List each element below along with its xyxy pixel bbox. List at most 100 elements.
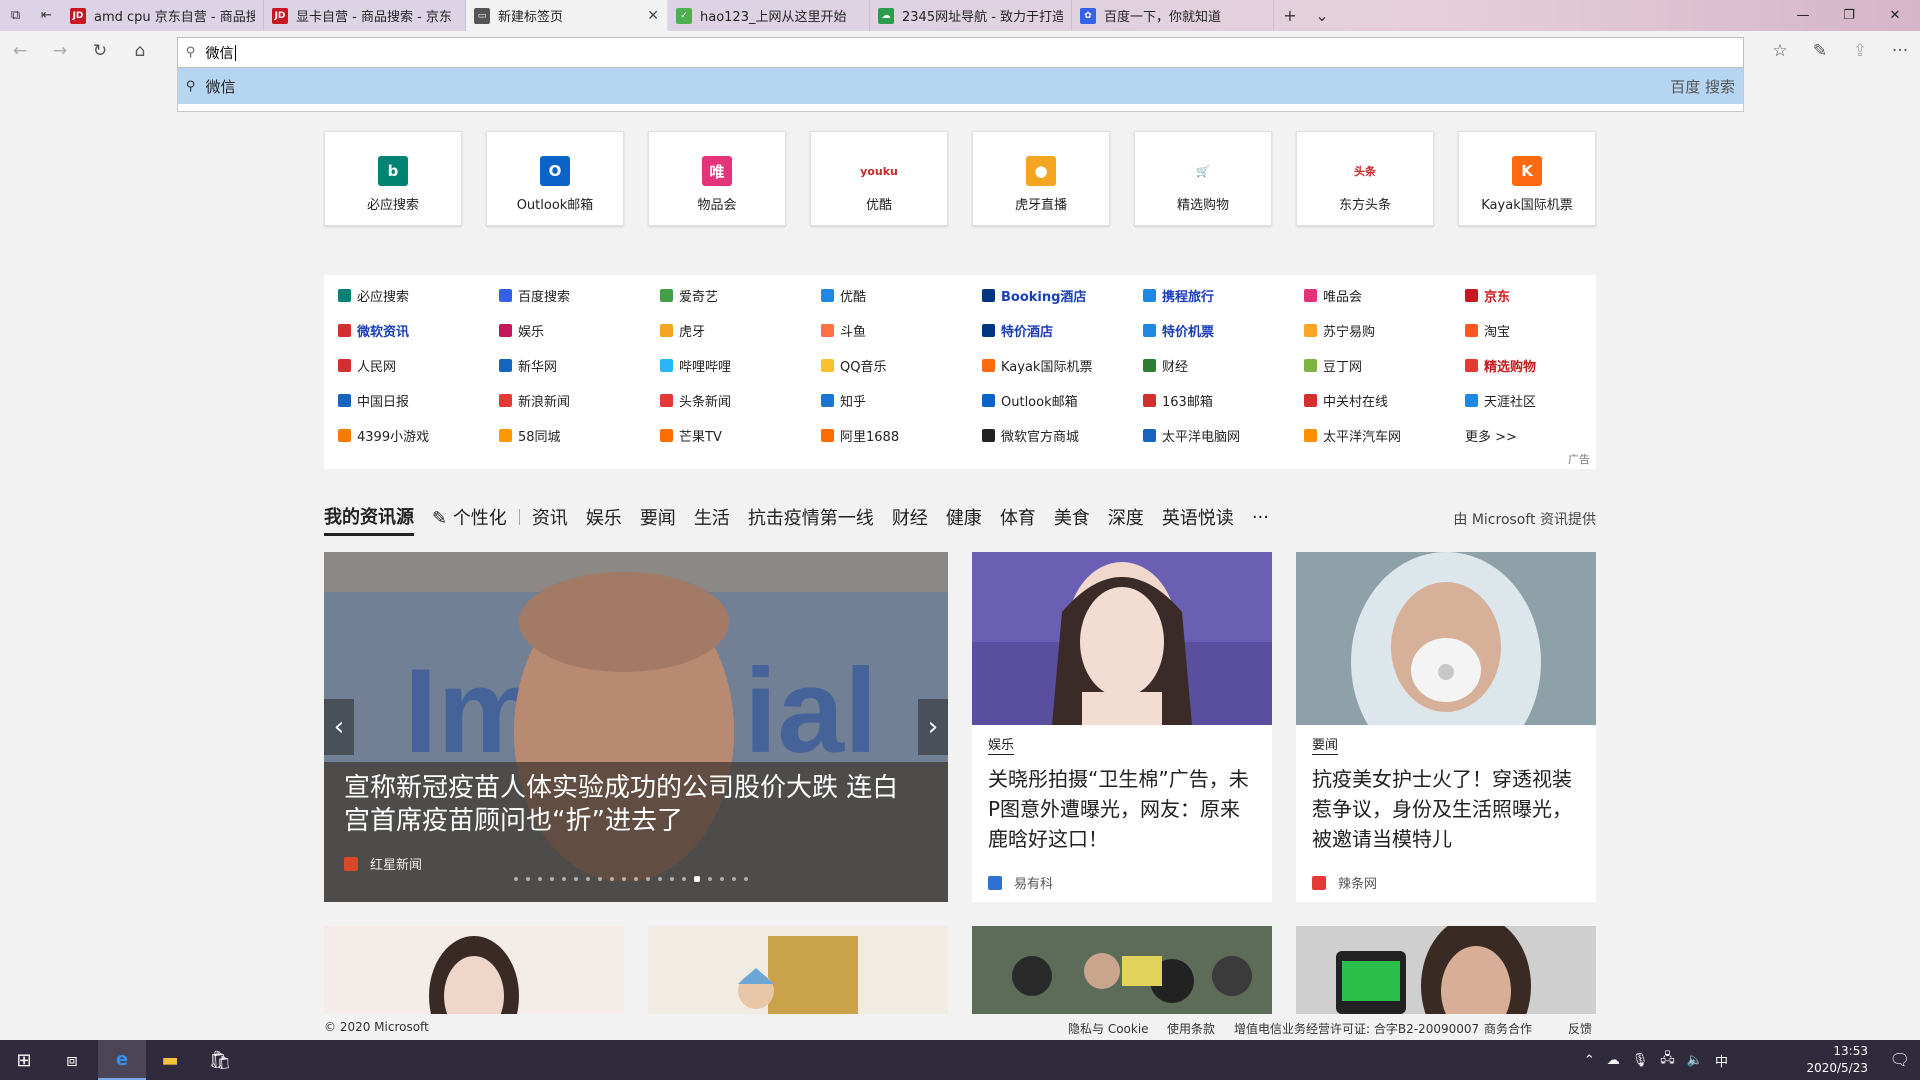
news-card[interactable]: 娱乐 关晓彤拍摄“卫生棉”广告，未P图意外遭曝光，网友：原来鹿晗好这口！ 易有科 bbox=[972, 552, 1272, 902]
footer-link-license[interactable]: 增值电信业务经营许可证: 合字B2-20090007 bbox=[1234, 1020, 1479, 1037]
footer-link-privacy[interactable]: 隐私与 Cookie bbox=[1068, 1020, 1149, 1037]
minimize-button[interactable]: — bbox=[1780, 0, 1826, 31]
carousel-dot[interactable] bbox=[622, 877, 626, 881]
favorites-star-icon[interactable]: ☆ bbox=[1768, 39, 1792, 63]
tab-news-category[interactable]: 健康 bbox=[946, 504, 982, 530]
address-input-value[interactable]: 微信 bbox=[206, 43, 234, 63]
quick-link[interactable]: 特价酒店 bbox=[982, 320, 1053, 340]
tab-news-category[interactable]: 要闻 bbox=[640, 504, 676, 530]
carousel-prev-button[interactable]: ‹ bbox=[324, 699, 354, 755]
tab-news-category[interactable]: 美食 bbox=[1054, 504, 1090, 530]
footer-link-terms[interactable]: 使用条款 bbox=[1167, 1020, 1215, 1037]
quick-link[interactable]: 更多 >> bbox=[1465, 425, 1517, 445]
address-bar[interactable]: ⚲ 微信 bbox=[177, 37, 1744, 68]
quick-link[interactable]: 斗鱼 bbox=[821, 320, 866, 340]
volume-icon[interactable]: 🔈 bbox=[1687, 1053, 1703, 1068]
more-categories-button[interactable]: ··· bbox=[1252, 507, 1269, 528]
quick-link[interactable]: QQ音乐 bbox=[821, 355, 886, 375]
news-card-image[interactable] bbox=[648, 926, 948, 1014]
tab-news-category[interactable]: 生活 bbox=[694, 504, 730, 530]
carousel-dot[interactable] bbox=[586, 877, 590, 881]
refresh-icon[interactable]: ↻ bbox=[88, 39, 112, 63]
quick-link[interactable]: Booking酒店 bbox=[982, 285, 1086, 305]
quick-link[interactable]: 微软官方商城 bbox=[982, 425, 1079, 445]
quick-link[interactable]: 芒果TV bbox=[660, 425, 722, 445]
quick-link[interactable]: 阿里1688 bbox=[821, 425, 899, 445]
tab-news-category[interactable]: 深度 bbox=[1108, 504, 1144, 530]
quick-link[interactable]: 微软资讯 bbox=[338, 320, 409, 340]
start-windows-icon[interactable]: ⊞ bbox=[0, 1040, 48, 1080]
quick-link[interactable]: Outlook邮箱 bbox=[982, 390, 1078, 410]
news-card-category[interactable]: 要闻 bbox=[1312, 738, 1339, 755]
hero-news-carousel[interactable]: Imp ial ‹ › 宣称新冠疫苗人体实验成功的公司股价大跌 连白宫首席疫苗顾… bbox=[324, 552, 948, 902]
carousel-dot[interactable] bbox=[574, 877, 578, 881]
quick-link[interactable]: 淘宝 bbox=[1465, 320, 1510, 340]
share-icon[interactable]: ⇪ bbox=[1848, 39, 1872, 63]
quick-link[interactable]: 知乎 bbox=[821, 390, 866, 410]
quick-link[interactable]: 京东 bbox=[1465, 285, 1510, 305]
tab-news-category[interactable]: 资讯 bbox=[532, 504, 568, 530]
quick-link[interactable]: 58同城 bbox=[499, 425, 561, 445]
browser-tab[interactable]: ✿ 百度一下，你就知道 bbox=[1072, 0, 1274, 31]
quick-link[interactable]: 人民网 bbox=[338, 355, 396, 375]
tab-news-category[interactable]: 娱乐 bbox=[586, 504, 622, 530]
carousel-dot[interactable] bbox=[708, 877, 712, 881]
carousel-dot[interactable] bbox=[514, 877, 518, 881]
quick-link[interactable]: 百度搜索 bbox=[499, 285, 570, 305]
carousel-dot[interactable] bbox=[550, 877, 554, 881]
quick-link[interactable]: 豆丁网 bbox=[1304, 355, 1362, 375]
top-site-tile[interactable]: K Kayak国际机票 bbox=[1458, 131, 1596, 226]
quick-link[interactable]: 爱奇艺 bbox=[660, 285, 718, 305]
onedrive-cloud-icon[interactable]: ☁ bbox=[1607, 1053, 1620, 1068]
news-card-title[interactable]: 抗疫美女护士火了！穿透视装惹争议，身份及生活照曝光，被邀请当模特儿 bbox=[1312, 764, 1582, 854]
browser-tab[interactable]: ✓ hao123_上网从这里开始 bbox=[668, 0, 870, 31]
quick-link[interactable]: 中国日报 bbox=[338, 390, 409, 410]
quick-link[interactable]: 163邮箱 bbox=[1143, 390, 1213, 410]
quick-link[interactable]: 优酷 bbox=[821, 285, 866, 305]
browser-tab[interactable]: JD 显卡自营 - 商品搜索 - 京东 bbox=[264, 0, 466, 31]
browser-tab[interactable]: ☁ 2345网址导航 - 致力于打造 bbox=[870, 0, 1072, 31]
task-view-icon[interactable]: ⧈ bbox=[48, 1040, 96, 1080]
tab-preview-icon[interactable]: ⧉ bbox=[0, 0, 31, 31]
carousel-dot[interactable] bbox=[670, 877, 674, 881]
top-site-tile[interactable]: 唯物品会 bbox=[648, 131, 786, 226]
tab-my-feed[interactable]: 我的资讯源 bbox=[324, 503, 414, 536]
footer-link-feedback[interactable]: 反馈 bbox=[1568, 1020, 1592, 1037]
tab-close-icon[interactable]: ✕ bbox=[647, 8, 659, 24]
news-card-title[interactable]: 关晓彤拍摄“卫生棉”广告，未P图意外遭曝光，网友：原来鹿晗好这口！ bbox=[988, 764, 1258, 854]
ime-indicator[interactable]: 中 bbox=[1715, 1051, 1728, 1070]
quick-link[interactable]: 精选购物 bbox=[1465, 355, 1536, 375]
file-explorer-icon[interactable]: ▬ bbox=[146, 1040, 194, 1080]
top-site-tile[interactable]: 🛒 精选购物 bbox=[1134, 131, 1272, 226]
carousel-dot[interactable] bbox=[658, 877, 662, 881]
footer-link-business[interactable]: 商务合作 bbox=[1484, 1020, 1532, 1037]
network-icon[interactable]: 🖧 bbox=[1660, 1049, 1675, 1071]
quick-link[interactable]: 新浪新闻 bbox=[499, 390, 570, 410]
news-card-category[interactable]: 娱乐 bbox=[988, 738, 1015, 755]
quick-link[interactable]: 特价机票 bbox=[1143, 320, 1214, 340]
microphone-icon[interactable]: 🎙 bbox=[1632, 1053, 1649, 1068]
quick-link[interactable]: 哔哩哔哩 bbox=[660, 355, 731, 375]
forward-arrow-icon[interactable]: → bbox=[48, 39, 72, 63]
browser-tab[interactable]: JD amd cpu 京东自营 - 商品搜 bbox=[62, 0, 264, 31]
back-arrow-icon[interactable]: ← bbox=[8, 39, 32, 63]
carousel-dot[interactable] bbox=[682, 877, 686, 881]
quick-link[interactable]: 娱乐 bbox=[499, 320, 544, 340]
store-bag-icon[interactable]: 🛍 bbox=[196, 1040, 244, 1080]
tab-news-category[interactable]: 英语悦读 bbox=[1162, 504, 1234, 530]
news-card-image[interactable] bbox=[972, 926, 1272, 1014]
tab-list-chevron-icon[interactable]: ⌄ bbox=[1306, 0, 1338, 31]
carousel-dot[interactable] bbox=[646, 877, 650, 881]
suggestion-row[interactable]: ⚲ 微信 百度 搜索 bbox=[178, 68, 1743, 104]
pen-annotate-icon[interactable]: ✎ bbox=[1808, 39, 1832, 63]
home-icon[interactable]: ⌂ bbox=[128, 39, 152, 63]
top-site-tile[interactable]: O Outlook邮箱 bbox=[486, 131, 624, 226]
top-site-tile[interactable]: ● 虎牙直播 bbox=[972, 131, 1110, 226]
carousel-dot[interactable] bbox=[694, 876, 700, 882]
quick-link[interactable]: 虎牙 bbox=[660, 320, 705, 340]
quick-link[interactable]: 4399小游戏 bbox=[338, 425, 429, 445]
browser-tab[interactable]: ▭ 新建标签页 ✕ bbox=[466, 0, 668, 31]
top-site-tile[interactable]: b 必应搜索 bbox=[324, 131, 462, 226]
carousel-dot[interactable] bbox=[720, 877, 724, 881]
carousel-next-button[interactable]: › bbox=[918, 699, 948, 755]
